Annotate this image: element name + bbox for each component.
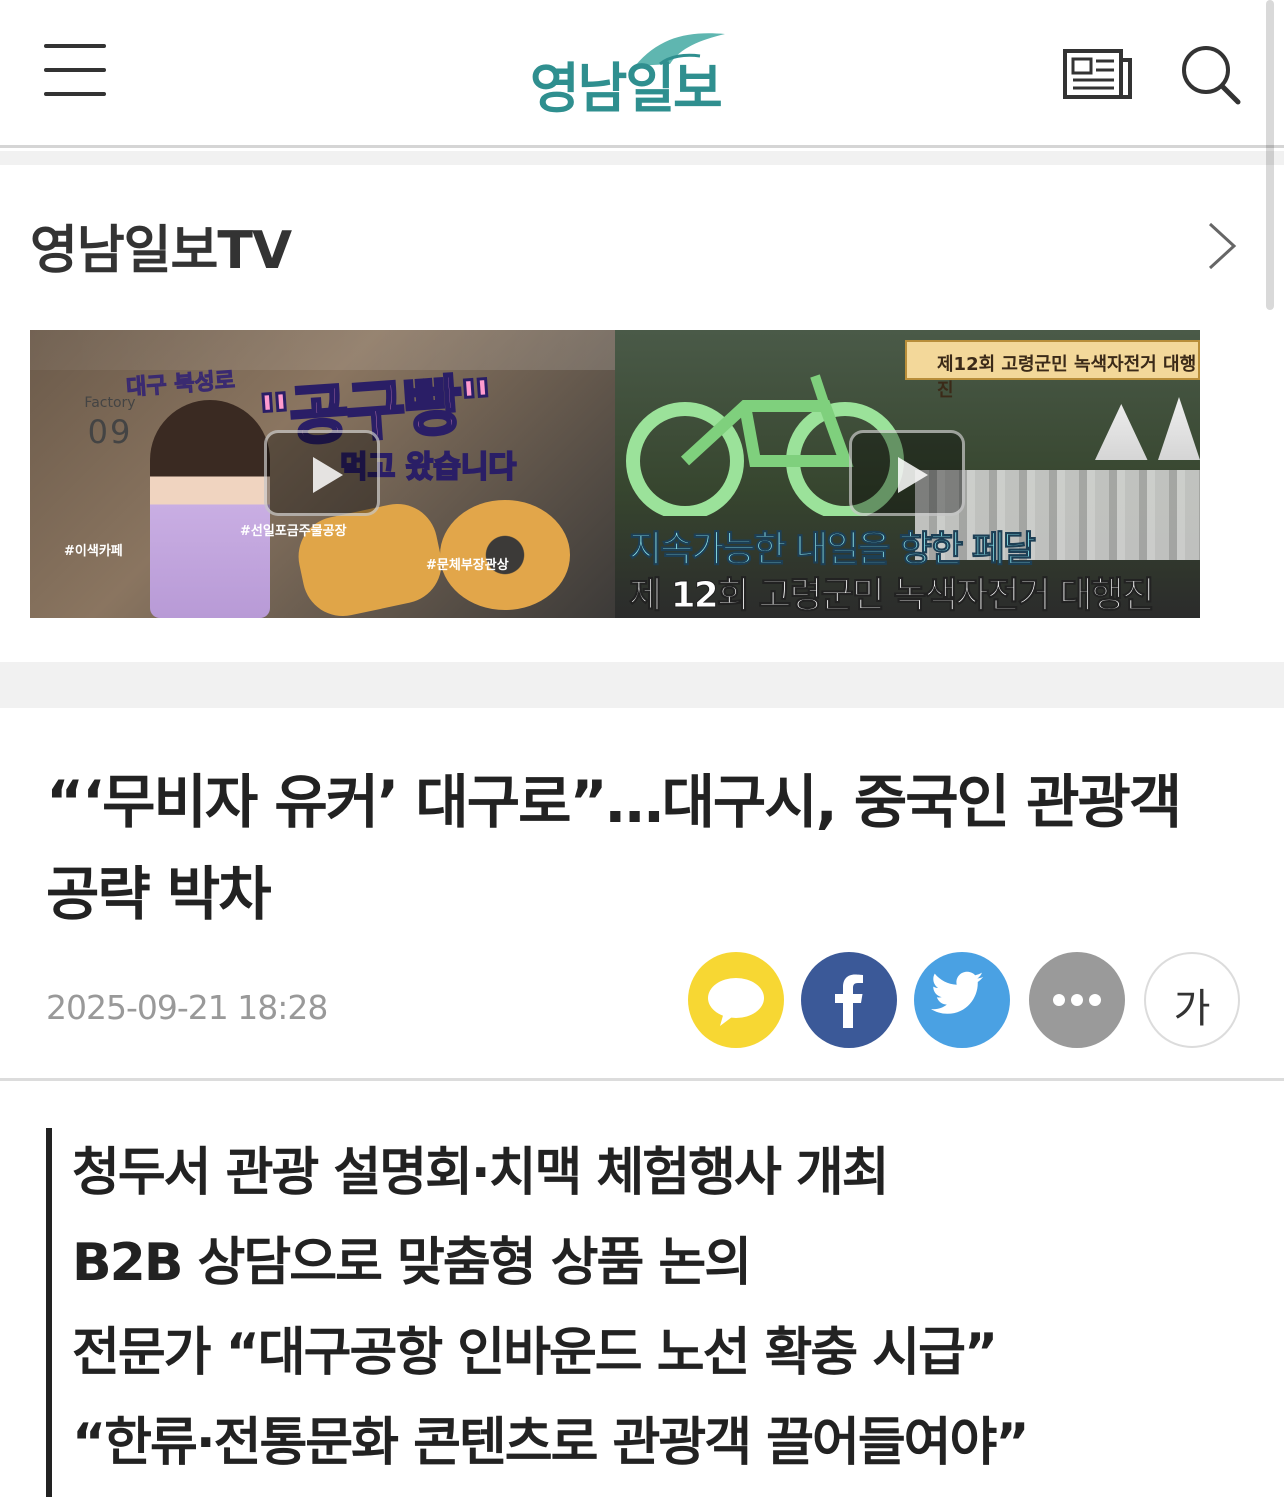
tv-section-title[interactable]: 영남일보TV bbox=[30, 208, 292, 283]
presenter-image bbox=[150, 400, 270, 618]
thumbnail-caption: 지속가능한 내일을 향한 페달 bbox=[628, 529, 1036, 571]
scrollbar[interactable] bbox=[1266, 0, 1274, 310]
logo-text: 영남일보 bbox=[530, 57, 723, 120]
section-separator bbox=[0, 662, 1284, 708]
search-icon[interactable] bbox=[1178, 42, 1242, 106]
play-icon[interactable] bbox=[849, 430, 965, 516]
hashtag: #선일포금주물공장 bbox=[240, 524, 347, 539]
event-banner: 제12회 고령군민 녹색자전거 대행진 bbox=[905, 340, 1200, 401]
more-dots-icon bbox=[1053, 994, 1101, 1006]
site-header: 영남일보 bbox=[0, 0, 1284, 148]
summary-line: B2B 상담으로 맞춤형 상품 논의 bbox=[72, 1233, 752, 1293]
menu-icon[interactable] bbox=[44, 44, 106, 100]
chevron-right-icon[interactable] bbox=[1200, 218, 1240, 274]
font-size-label: 가 bbox=[1173, 986, 1211, 1032]
hashtag: #문체부장관상 bbox=[426, 558, 509, 573]
summary-line: 청두서 관광 설명회·치맥 체험행사 개최 bbox=[72, 1143, 890, 1203]
newspaper-icon[interactable] bbox=[1062, 46, 1134, 102]
factory-sign: Factory 09 bbox=[70, 394, 150, 454]
kakao-share-button[interactable] bbox=[688, 952, 784, 1048]
hashtag: #이색카페 bbox=[64, 544, 123, 559]
summary-line: 전문가 “대구공항 인바운드 노선 확충 시급” bbox=[72, 1323, 998, 1383]
factory-number: 09 bbox=[87, 413, 133, 452]
thumbnail-tag: 대구 북성로 bbox=[125, 368, 236, 402]
speech-bubble-icon bbox=[708, 978, 764, 1026]
play-icon[interactable] bbox=[264, 430, 380, 516]
video-thumbnail-bicycle[interactable]: 제12회 고령군민 녹색자전거 대행진 지속가능한 내일을 향한 페달 제 12… bbox=[615, 330, 1200, 618]
article-headline: “‘무비자 유커’ 대구로”…대구시, 중국인 관광객 공략 박차 bbox=[46, 768, 1182, 928]
section-separator bbox=[0, 151, 1284, 165]
video-thumbnail-gonggubbang[interactable]: Factory 09 대구 북성로 "공구빵" 먹고 왔습니다 #이색카페 #선… bbox=[30, 330, 615, 618]
site-logo[interactable]: 영남일보 bbox=[500, 26, 790, 122]
article-date: 2025-09-21 18:28 bbox=[46, 988, 328, 1027]
article-summary: 청두서 관광 설명회·치맥 체험행사 개최 B2B 상담으로 맞춤형 상품 논의… bbox=[46, 1128, 1246, 1497]
summary-line: “한류·전통문화 콘텐츠로 관광객 끌어들여야” bbox=[72, 1413, 1030, 1473]
twitter-share-button[interactable] bbox=[914, 952, 1010, 1048]
facebook-icon bbox=[835, 974, 863, 1028]
font-size-button[interactable]: 가 bbox=[1144, 952, 1240, 1048]
facebook-share-button[interactable] bbox=[801, 952, 897, 1048]
tents-image bbox=[1095, 397, 1200, 460]
divider bbox=[0, 1078, 1284, 1081]
thumbnail-title: 제 12회 고령군민 녹색자전거 대행진 bbox=[629, 575, 1156, 617]
twitter-bird-icon bbox=[931, 971, 984, 1014]
more-share-button[interactable] bbox=[1029, 952, 1125, 1048]
